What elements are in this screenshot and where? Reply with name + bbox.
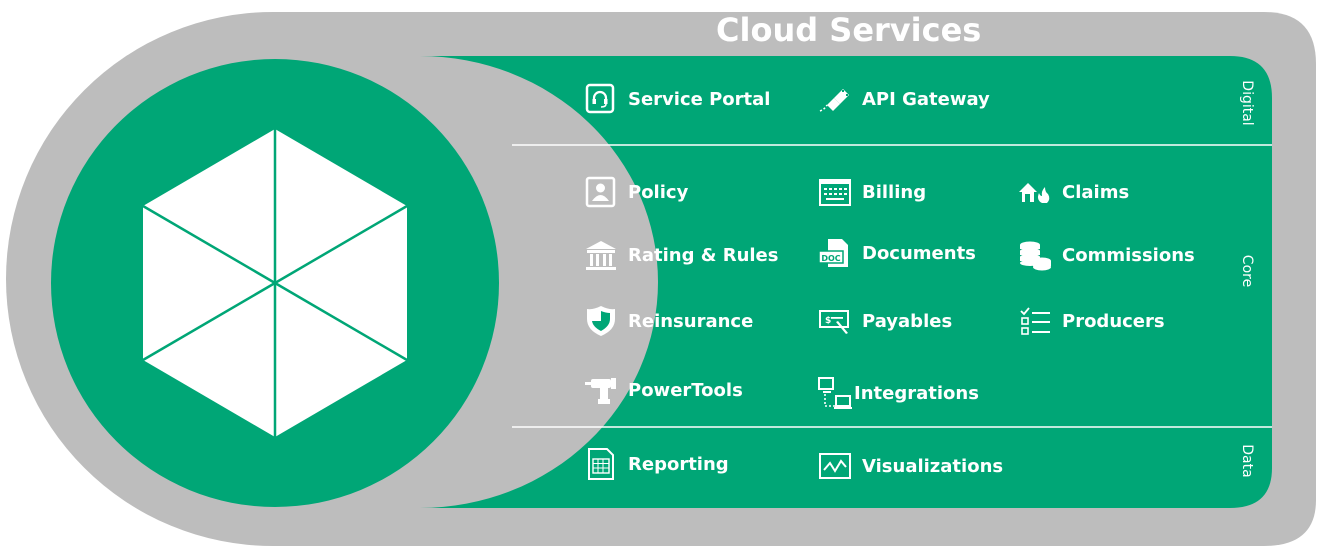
service-portal-label: Service Portal xyxy=(628,88,771,110)
section-label-digital: Digital xyxy=(1239,80,1255,126)
checklist-icon xyxy=(1018,304,1052,338)
powertools-label: PowerTools xyxy=(628,379,743,401)
documents-item[interactable]: DOC Documents xyxy=(818,233,976,273)
power-drill-icon xyxy=(584,373,618,407)
producers-item[interactable]: Producers xyxy=(1018,301,1165,341)
policy-label: Policy xyxy=(628,181,689,203)
visualizations-label: Visualizations xyxy=(862,455,1004,477)
powertools-item[interactable]: PowerTools xyxy=(584,370,743,410)
billing-item[interactable]: Billing xyxy=(818,172,926,212)
check-pen-icon: $ xyxy=(818,304,852,338)
policy-item[interactable]: Policy xyxy=(584,172,688,212)
keyboard-icon xyxy=(818,175,852,209)
visualizations-item[interactable]: Visualizations xyxy=(818,446,1003,486)
documents-label: Documents xyxy=(862,242,976,264)
commissions-item[interactable]: Commissions xyxy=(1018,235,1195,275)
doc-file-icon: DOC xyxy=(818,236,852,270)
svg-text:DOC: DOC xyxy=(821,254,840,263)
billing-label: Billing xyxy=(862,181,927,203)
reporting-item[interactable]: Reporting xyxy=(584,444,729,484)
api-gateway-item[interactable]: API Gateway xyxy=(818,79,990,119)
shield-icon xyxy=(584,304,618,338)
producers-label: Producers xyxy=(1062,310,1165,332)
usb-plug-icon xyxy=(818,82,852,116)
reinsurance-item[interactable]: Reinsurance xyxy=(584,301,753,341)
house-fire-icon xyxy=(1018,175,1052,209)
id-card-icon xyxy=(584,175,618,209)
cloud-services-diagram: Cloud Services Digital Core Data Service… xyxy=(0,0,1318,548)
coin-stack-icon xyxy=(1018,238,1052,272)
payables-label: Payables xyxy=(862,310,953,332)
payables-item[interactable]: $ Payables xyxy=(818,301,952,341)
service-portal-item[interactable]: Service Portal xyxy=(584,79,770,119)
network-computers-icon xyxy=(818,376,852,410)
rating-rules-item[interactable]: Rating & Rules xyxy=(584,235,778,275)
integrations-item[interactable]: Integrations xyxy=(818,373,979,413)
reinsurance-label: Reinsurance xyxy=(628,310,754,332)
diagram-title: Cloud Services xyxy=(716,11,982,49)
integrations-label: Integrations xyxy=(854,382,979,404)
reporting-label: Reporting xyxy=(628,453,729,475)
section-label-core: Core xyxy=(1239,254,1255,288)
rating-rules-label: Rating & Rules xyxy=(628,244,779,266)
bank-icon xyxy=(584,238,618,272)
spreadsheet-icon xyxy=(584,447,618,481)
commissions-label: Commissions xyxy=(1062,244,1195,266)
api-gateway-label: API Gateway xyxy=(862,88,990,110)
claims-item[interactable]: Claims xyxy=(1018,172,1129,212)
line-chart-icon xyxy=(818,449,852,483)
headset-tablet-icon xyxy=(584,82,618,116)
claims-label: Claims xyxy=(1062,181,1130,203)
section-label-data: Data xyxy=(1239,444,1255,478)
svg-text:$: $ xyxy=(825,316,831,326)
